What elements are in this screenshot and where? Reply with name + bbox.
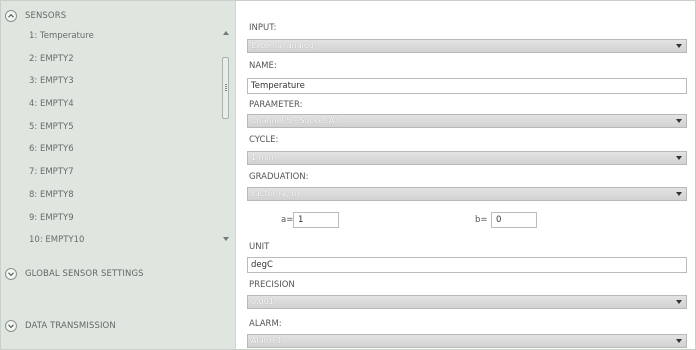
alarm-select[interactable]: Alarm 1 bbox=[247, 334, 687, 348]
name-label: NAME: bbox=[249, 61, 277, 71]
precision-select-value: 0.001 bbox=[251, 297, 274, 306]
graduation-label: GRADUATION: bbox=[249, 172, 309, 182]
collapse-up-icon[interactable] bbox=[5, 10, 17, 22]
b-label: b= bbox=[475, 215, 488, 225]
b-field[interactable]: 0 bbox=[491, 212, 537, 228]
app-window: SENSORS 1: Temperature 2: EMPTY2 3: EMPT… bbox=[0, 0, 696, 350]
dropdown-arrow-icon bbox=[676, 339, 682, 343]
sensor-item-2[interactable]: 2: EMPTY2 bbox=[1, 48, 221, 71]
sensor-item-10[interactable]: 10: EMPTY10 bbox=[1, 229, 221, 247]
scroll-down-icon[interactable] bbox=[221, 233, 231, 245]
parameter-select-value: Channel 5 - Socket A3 bbox=[251, 116, 340, 125]
grip-icon bbox=[225, 84, 227, 92]
dropdown-arrow-icon bbox=[676, 44, 682, 48]
data-transmission-header[interactable]: DATA TRANSMISSION bbox=[1, 315, 235, 337]
sensors-section-header[interactable]: SENSORS bbox=[1, 5, 235, 27]
unit-label: UNIT bbox=[249, 242, 270, 252]
cycle-select[interactable]: 1 min bbox=[247, 151, 687, 165]
alarm-label: ALARM: bbox=[249, 319, 282, 329]
left-panel: SENSORS 1: Temperature 2: EMPTY2 3: EMPT… bbox=[1, 1, 236, 349]
cycle-select-value: 1 min bbox=[251, 153, 274, 162]
dropdown-arrow-icon bbox=[676, 300, 682, 304]
sensor-item-6[interactable]: 6: EMPTY6 bbox=[1, 138, 221, 161]
graduation-select[interactable]: Factor (a, b) bbox=[247, 187, 687, 201]
dropdown-arrow-icon bbox=[676, 192, 682, 196]
cycle-label: CYCLE: bbox=[249, 135, 279, 145]
sensor-item-7[interactable]: 7: EMPTY7 bbox=[1, 161, 221, 184]
data-transmission-label: DATA TRANSMISSION bbox=[25, 321, 116, 331]
sensor-item-1[interactable]: 1: Temperature bbox=[1, 25, 221, 48]
dropdown-arrow-icon bbox=[676, 156, 682, 160]
sensor-settings-form: INPUT: External analog NAME: Temperature… bbox=[241, 1, 693, 349]
sensor-list: 1: Temperature 2: EMPTY2 3: EMPTY3 4: EM… bbox=[1, 25, 221, 247]
parameter-label: PARAMETER: bbox=[249, 100, 303, 110]
scrollbar-thumb[interactable] bbox=[222, 57, 229, 119]
sensor-list-scrollbar[interactable] bbox=[221, 27, 231, 245]
parameter-select[interactable]: Channel 5 - Socket A3 bbox=[247, 114, 687, 128]
sensors-header-label: SENSORS bbox=[25, 11, 67, 21]
precision-label: PRECISION bbox=[249, 280, 295, 290]
sensor-item-3[interactable]: 3: EMPTY3 bbox=[1, 70, 221, 93]
scroll-up-icon[interactable] bbox=[221, 27, 231, 39]
precision-select[interactable]: 0.001 bbox=[247, 295, 687, 309]
input-select[interactable]: External analog bbox=[247, 39, 687, 53]
sensor-item-5[interactable]: 5: EMPTY5 bbox=[1, 116, 221, 139]
sensor-item-8[interactable]: 8: EMPTY8 bbox=[1, 184, 221, 207]
global-settings-label: GLOBAL SENSOR SETTINGS bbox=[25, 269, 144, 279]
expand-down-icon[interactable] bbox=[5, 320, 17, 332]
a-label: a= bbox=[281, 215, 294, 225]
alarm-select-value: Alarm 1 bbox=[251, 336, 283, 345]
a-field[interactable]: 1 bbox=[293, 212, 339, 228]
unit-field[interactable]: degC bbox=[247, 257, 687, 273]
name-field[interactable]: Temperature bbox=[247, 78, 687, 94]
expand-down-icon[interactable] bbox=[5, 268, 17, 280]
sensor-item-9[interactable]: 9: EMPTY9 bbox=[1, 207, 221, 230]
graduation-select-value: Factor (a, b) bbox=[251, 189, 300, 198]
input-label: INPUT: bbox=[249, 23, 277, 33]
global-sensor-settings-header[interactable]: GLOBAL SENSOR SETTINGS bbox=[1, 263, 235, 285]
dropdown-arrow-icon bbox=[676, 119, 682, 123]
input-select-value: External analog bbox=[251, 41, 314, 50]
sensor-item-4[interactable]: 4: EMPTY4 bbox=[1, 93, 221, 116]
